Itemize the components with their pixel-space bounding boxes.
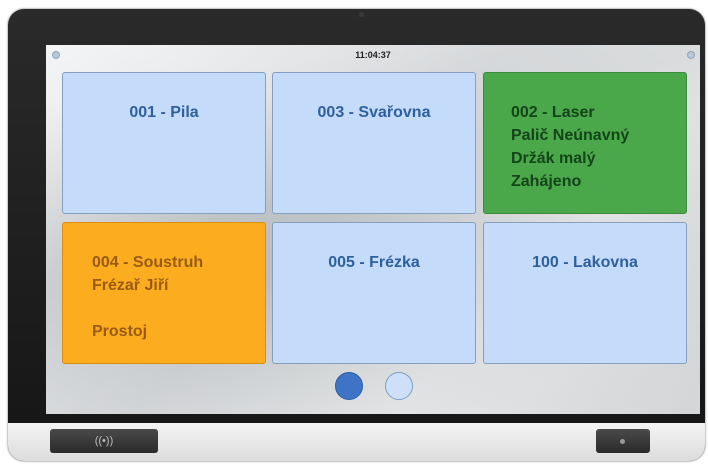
- tablet-device: 11:04:37 001 - Pila 003 - Svařovna 002 -…: [8, 9, 705, 461]
- status-dot-left-icon: [52, 51, 60, 59]
- nfc-icon: ((•)): [94, 435, 114, 447]
- status-bar: 11:04:37: [46, 45, 700, 67]
- screen: 11:04:37 001 - Pila 003 - Svařovna 002 -…: [46, 45, 700, 414]
- clock: 11:04:37: [355, 50, 391, 60]
- workstation-tile-002[interactable]: 002 - Laser Palič Neúnavný Držák malý Za…: [483, 72, 687, 214]
- page-indicator-1[interactable]: [335, 372, 363, 400]
- camera-icon: [359, 12, 364, 17]
- workstation-tile-003[interactable]: 003 - Svařovna: [272, 72, 476, 214]
- workstation-tile-001[interactable]: 001 - Pila: [62, 72, 266, 214]
- workstation-tile-005[interactable]: 005 - Frézka: [272, 222, 476, 364]
- workstation-tile-004[interactable]: 004 - Soustruh Frézař Jiří Prostoj: [62, 222, 266, 364]
- status-dot-right-icon: [687, 51, 695, 59]
- page-indicator-2[interactable]: [385, 372, 413, 400]
- nfc-reader: ((•)): [50, 429, 158, 453]
- workstation-tile-100[interactable]: 100 - Lakovna: [483, 222, 687, 364]
- hardware-button: [596, 429, 650, 453]
